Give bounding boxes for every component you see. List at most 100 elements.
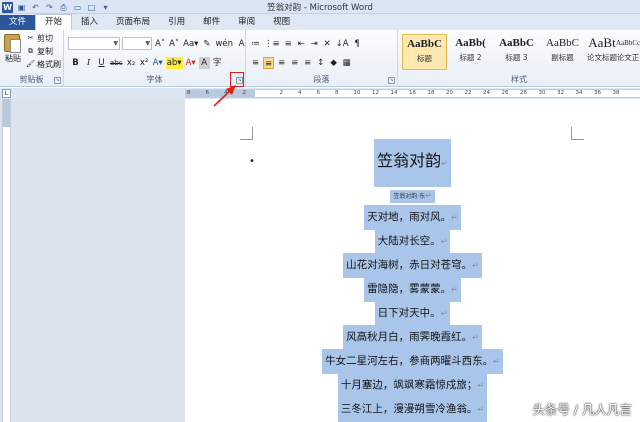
format-painter-button[interactable]: 🖌 格式刷 xyxy=(26,59,61,70)
cut-button[interactable]: ✂ 剪切 xyxy=(26,33,53,44)
tab-selector-icon[interactable]: L xyxy=(2,89,11,98)
document-page[interactable]: • 笠翁对韵↵ 笠翁对韵·东↵ 天对地，雨对风。↵ 大陆对长空。↵ 山花对海树，赤日… xyxy=(185,99,640,422)
styles-group-label: 样式 xyxy=(511,75,527,84)
poem-line[interactable]: 雷隐隐，雾蒙蒙。↵ xyxy=(185,277,640,302)
style-sample: AaBbCcl xyxy=(616,39,640,47)
document-workspace: • 笠翁对韵↵ 笠翁对韵·东↵ 天对地，雨对风。↵ 大陆对长空。↵ 山花对海树，赤日… xyxy=(0,99,640,422)
bullets-button[interactable]: ≔ xyxy=(250,38,261,50)
borders-button[interactable]: ▦ xyxy=(341,57,352,69)
sort-button[interactable]: ↓A xyxy=(335,38,350,50)
clipboard-group: 粘贴 ✂ 剪切 ⧉ 复制 🖌 格式刷 剪贴板 ↘ xyxy=(0,30,64,87)
poem-line[interactable]: 大陆对长空。↵ xyxy=(185,229,640,254)
multilevel-list-button[interactable]: ≡ xyxy=(283,38,294,50)
tab-review[interactable]: 审阅 xyxy=(229,15,264,30)
underline-button[interactable]: U xyxy=(96,57,107,69)
poem-line[interactable]: 十月塞边，飒飒寒霜惊戍旅；↵ xyxy=(185,373,640,398)
decrease-indent-button[interactable]: ⇤ xyxy=(296,38,307,50)
show-hide-marks-button[interactable]: ¶ xyxy=(352,38,363,50)
shrink-font-button[interactable]: A˅ xyxy=(168,38,180,50)
style-title[interactable]: AaBbC 标题 xyxy=(402,34,447,70)
grow-font-button[interactable]: A˄ xyxy=(154,38,166,50)
distributed-button[interactable]: ≡ xyxy=(302,57,313,69)
document-subtitle-line[interactable]: 笠翁对韵·东↵ xyxy=(185,190,640,203)
paragraph-mark: ↵ xyxy=(472,261,479,270)
clipboard-dialog-launcher[interactable]: ↘ xyxy=(54,77,61,84)
horizontal-ruler[interactable]: 8 6 4 2 2 4 6 8 10 12 14 16 18 20 22 24 26 28 30 32 34 36 38 xyxy=(185,89,640,98)
document-title-line[interactable]: 笠翁对韵↵ xyxy=(185,139,640,187)
tab-insert[interactable]: 插入 xyxy=(72,15,107,30)
tab-file[interactable]: 文件 xyxy=(0,15,36,30)
chevron-down-icon[interactable]: ▼ xyxy=(145,40,150,47)
ruler-tick-label: 20 xyxy=(446,90,453,96)
paste-icon xyxy=(4,34,21,53)
style-sample: AaBb( xyxy=(455,37,486,49)
clear-formatting-button[interactable]: ✎ xyxy=(201,38,212,50)
brush-icon: 🖌 xyxy=(26,60,35,68)
enclose-characters-button[interactable]: 字 xyxy=(212,57,223,69)
line-spacing-button[interactable]: ↕ xyxy=(315,57,326,69)
align-left-button[interactable]: ≡ xyxy=(250,57,261,69)
style-heading-2[interactable]: AaBb( 标题 2 xyxy=(448,34,493,70)
paste-button[interactable]: 粘贴 xyxy=(4,34,22,67)
style-sample: AaBbC xyxy=(407,38,442,50)
scissors-icon: ✂ xyxy=(27,34,34,42)
tab-references[interactable]: 引用 xyxy=(159,15,194,30)
italic-button[interactable]: I xyxy=(83,57,94,69)
paragraph-mark: ↵ xyxy=(425,191,432,200)
document-subtitle: 笠翁对韵·东 xyxy=(393,193,426,200)
poem-line[interactable]: 山花对海树，赤日对苍穹。↵ xyxy=(185,253,640,278)
paragraph-mark: ↵ xyxy=(477,381,485,390)
chinese-layout-button[interactable]: ✕ xyxy=(322,38,333,50)
phonetic-guide-button[interactable]: wén xyxy=(214,38,234,50)
style-subtitle[interactable]: AaBbC 副标题 xyxy=(540,34,585,70)
superscript-button[interactable]: x² xyxy=(139,57,150,69)
tab-home[interactable]: 开始 xyxy=(35,14,73,30)
chevron-down-icon[interactable]: ▼ xyxy=(113,40,118,47)
font-color-button[interactable]: A▾ xyxy=(185,57,197,69)
pointer-arrow-icon xyxy=(213,85,236,107)
vertical-ruler[interactable] xyxy=(2,99,11,422)
ruler-tick-label: 12 xyxy=(372,90,379,96)
align-center-button[interactable]: ≡ xyxy=(263,56,275,69)
paragraph-group-label: 段落 xyxy=(313,75,330,84)
increase-indent-button[interactable]: ⇥ xyxy=(309,38,320,50)
copy-button[interactable]: ⧉ 复制 xyxy=(26,46,53,57)
ruler-tick-label: 26 xyxy=(501,90,509,96)
paragraph-mark: ↵ xyxy=(472,333,479,342)
poem-line[interactable]: 牛女二星河左右，参商两曜斗西东。↵ xyxy=(185,349,640,374)
copy-label: 复制 xyxy=(37,47,53,56)
tab-view[interactable]: 视图 xyxy=(264,15,299,30)
copy-icon: ⧉ xyxy=(28,47,33,55)
ruler-tick-label: 6 xyxy=(205,90,210,96)
text-effects-button[interactable]: A▾ xyxy=(152,57,164,69)
style-thesis-body[interactable]: AaBbCcl 论文正 xyxy=(616,34,640,70)
ruler-tick-label: 28 xyxy=(520,90,527,96)
paragraph-tools-row2: ≡ ≡ ≡ ≡ ≡ ↕ ◆ ▦ xyxy=(250,56,352,69)
tab-page-layout[interactable]: 页面布局 xyxy=(107,15,159,30)
ruler-tick-label: 22 xyxy=(464,90,472,96)
strikethrough-button[interactable]: abc xyxy=(109,57,124,69)
ruler-tick-label: 14 xyxy=(390,90,398,96)
style-sample: AaBt xyxy=(588,35,616,50)
character-shading-button[interactable]: A xyxy=(198,56,210,69)
change-case-button[interactable]: Aa▾ xyxy=(182,38,199,50)
font-name-combo[interactable]: ▼ xyxy=(68,37,120,50)
paragraph-dialog-launcher[interactable]: ↘ xyxy=(388,77,395,84)
poem-line[interactable]: 日下对天中。↵ xyxy=(185,301,640,326)
bold-button[interactable]: B xyxy=(70,57,81,69)
ruler-tick-label: 6 xyxy=(316,90,321,96)
poem-line[interactable]: 风高秋月白，雨霁晚霞红。↵ xyxy=(185,325,640,350)
tab-mailings[interactable]: 邮件 xyxy=(194,15,229,30)
highlight-button[interactable]: ab▾ xyxy=(165,56,183,69)
poem-line[interactable]: 天对地，雨对风。↵ xyxy=(185,205,640,230)
horizontal-ruler-row: L 8 6 4 2 2 4 6 8 10 12 14 16 18 20 22 24 26 28 30 32 34 36 38 xyxy=(0,88,640,99)
poem-line-text: 风高秋月白，雨霁晚霞红。 xyxy=(346,331,473,343)
justify-button[interactable]: ≡ xyxy=(289,57,300,69)
numbering-button[interactable]: ⋮≡ xyxy=(263,38,281,50)
align-right-button[interactable]: ≡ xyxy=(276,57,287,69)
font-size-combo[interactable]: ▼ xyxy=(122,37,152,50)
style-heading-3[interactable]: AaBbC 标题 3 xyxy=(494,34,539,70)
subscript-button[interactable]: x₂ xyxy=(126,57,137,69)
shading-button[interactable]: ◆ xyxy=(328,57,339,69)
style-thesis-title[interactable]: AaBt 论文标题 xyxy=(586,34,618,70)
